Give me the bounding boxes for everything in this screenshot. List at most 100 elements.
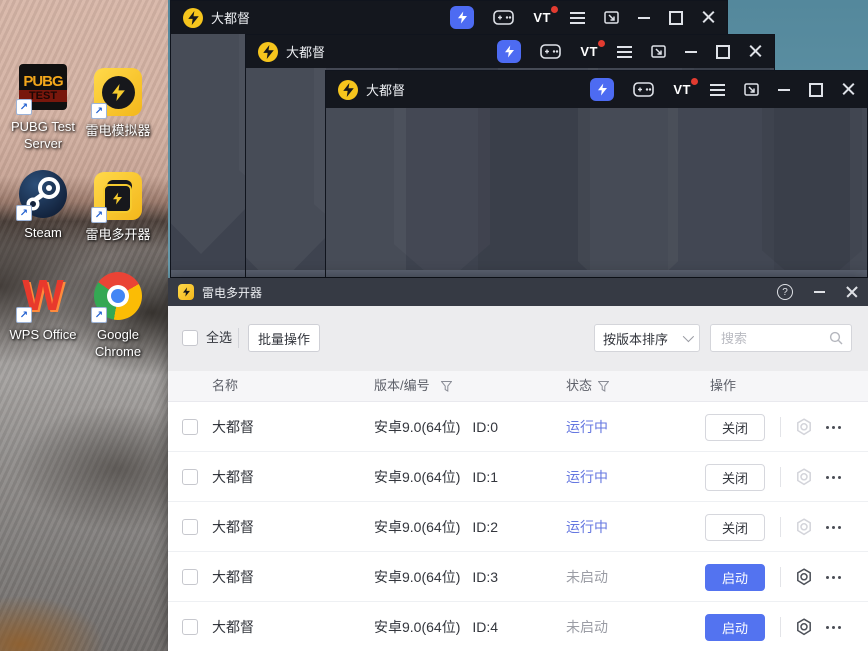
- boost-icon[interactable]: [450, 6, 475, 29]
- batch-operations-button[interactable]: 批量操作: [248, 324, 320, 352]
- close-icon[interactable]: [702, 11, 715, 24]
- shortcut-arrow-icon: ↗: [91, 103, 107, 119]
- emulator-window-3: 大都督 VT: [325, 70, 868, 278]
- lightning-icon: [113, 192, 122, 205]
- resize-icon[interactable]: [604, 11, 619, 24]
- gamepad-icon[interactable]: [633, 82, 655, 97]
- gamepad-icon[interactable]: [493, 10, 515, 25]
- desktop-icon-label: WPS Office: [9, 327, 77, 342]
- close-icon[interactable]: [842, 83, 855, 96]
- sort-dropdown[interactable]: 按版本排序: [594, 324, 700, 352]
- maximize-icon[interactable]: [809, 82, 823, 97]
- maximize-icon[interactable]: [716, 44, 730, 59]
- settings-gear-icon[interactable]: [794, 417, 814, 437]
- instance-id: ID:3: [472, 569, 499, 585]
- desktop-icon-ldmultiplayer[interactable]: ↗ 雷电多开器: [76, 172, 160, 243]
- row-checkbox[interactable]: [182, 519, 198, 535]
- desktop-icon-ldplayer[interactable]: ↗ 雷电模拟器: [76, 68, 160, 139]
- desktop-icon-chrome[interactable]: ↗ Google Chrome: [76, 272, 160, 360]
- window-title: 大都督: [211, 11, 251, 26]
- desktop-icon-steam[interactable]: ↗ Steam: [1, 170, 85, 241]
- vt-badge-icon[interactable]: VT: [673, 78, 698, 97]
- more-options-icon[interactable]: [826, 626, 841, 629]
- filter-icon[interactable]: [441, 381, 452, 392]
- shard-decoration: [578, 108, 678, 277]
- minimize-icon[interactable]: [778, 88, 790, 91]
- minimize-icon[interactable]: [638, 16, 650, 19]
- desktop-icon-wps[interactable]: W ↗ WPS Office: [1, 272, 85, 343]
- more-options-icon[interactable]: [826, 526, 841, 529]
- resize-icon[interactable]: [651, 45, 666, 58]
- shortcut-arrow-icon: ↗: [16, 307, 32, 323]
- row-checkbox[interactable]: [182, 619, 198, 635]
- filter-icon[interactable]: [598, 381, 609, 392]
- desktop-screen: PUBG TEST ↗ PUBG Test Server ↗ 雷电模拟器 ↗ S…: [0, 0, 868, 651]
- gamepad-icon[interactable]: [540, 44, 562, 59]
- window-title: 大都督: [366, 83, 406, 98]
- instance-id: ID:4: [472, 619, 499, 635]
- desktop-icon-label: Google Chrome: [94, 327, 142, 359]
- settings-gear-icon[interactable]: [794, 617, 814, 637]
- shortcut-arrow-icon: ↗: [91, 307, 107, 323]
- header-name: 名称: [212, 378, 239, 393]
- menu-icon[interactable]: [617, 45, 632, 58]
- action-divider: [780, 567, 781, 587]
- instance-id: ID:2: [472, 519, 499, 535]
- instance-name: 大都督: [212, 419, 254, 435]
- help-icon[interactable]: ?: [777, 284, 793, 300]
- select-all-checkbox[interactable]: [182, 330, 198, 346]
- instance-name: 大都督: [212, 569, 254, 585]
- settings-gear-icon[interactable]: [794, 517, 814, 537]
- emulator-titlebar[interactable]: 大都督 VT: [246, 35, 774, 68]
- lightning-icon: [111, 83, 125, 101]
- settings-gear-icon[interactable]: [794, 467, 814, 487]
- resize-icon[interactable]: [744, 83, 759, 96]
- header-version: 版本/编号: [374, 378, 430, 393]
- stop-button[interactable]: 关闭: [705, 414, 765, 441]
- emulator-titlebar[interactable]: 大都督 VT: [171, 1, 727, 34]
- stop-button[interactable]: 关闭: [705, 514, 765, 541]
- start-button[interactable]: 启动: [705, 564, 765, 591]
- row-checkbox[interactable]: [182, 469, 198, 485]
- vt-badge-icon[interactable]: VT: [580, 40, 605, 59]
- search-box: [710, 324, 852, 352]
- shard-decoration: [850, 108, 867, 277]
- close-icon[interactable]: [749, 45, 762, 58]
- instance-version: 安卓9.0(64位): [374, 419, 461, 435]
- row-checkbox[interactable]: [182, 569, 198, 585]
- stop-button[interactable]: 关闭: [705, 464, 765, 491]
- ldplayer-logo-icon: [258, 41, 278, 62]
- instance-version: 安卓9.0(64位): [374, 619, 461, 635]
- more-options-icon[interactable]: [826, 426, 841, 429]
- more-options-icon[interactable]: [826, 576, 841, 579]
- menu-icon[interactable]: [570, 11, 585, 24]
- start-button[interactable]: 启动: [705, 614, 765, 641]
- minimize-icon[interactable]: [685, 50, 697, 53]
- close-icon[interactable]: [846, 286, 858, 298]
- multiplayer-titlebar[interactable]: 雷电多开器 ?: [168, 278, 868, 306]
- search-input[interactable]: [719, 329, 829, 347]
- boost-icon[interactable]: [590, 78, 615, 101]
- action-divider: [780, 617, 781, 637]
- emulator-titlebar[interactable]: 大都督 VT: [326, 71, 867, 108]
- menu-icon[interactable]: [710, 83, 725, 96]
- desktop-icon-pubg[interactable]: PUBG TEST ↗ PUBG Test Server: [1, 62, 85, 152]
- instance-id: ID:1: [472, 469, 499, 485]
- minimize-icon[interactable]: [814, 291, 825, 293]
- maximize-icon[interactable]: [669, 10, 683, 25]
- desktop-icon-label: 雷电模拟器: [85, 123, 151, 138]
- more-options-icon[interactable]: [826, 476, 841, 479]
- chevron-down-icon: [682, 330, 695, 343]
- action-divider: [780, 517, 781, 537]
- shard-decoration: [478, 108, 590, 277]
- shortcut-arrow-icon: ↗: [16, 99, 32, 115]
- shortcut-arrow-icon: ↗: [16, 205, 32, 221]
- status-badge: 未启动: [566, 569, 608, 585]
- toolbar: 全选 批量操作 按版本排序: [168, 306, 868, 371]
- vt-badge-icon[interactable]: VT: [533, 6, 558, 25]
- settings-gear-icon[interactable]: [794, 567, 814, 587]
- row-checkbox[interactable]: [182, 419, 198, 435]
- search-icon[interactable]: [829, 331, 843, 345]
- boost-icon[interactable]: [497, 40, 522, 63]
- header-action: 操作: [710, 378, 737, 393]
